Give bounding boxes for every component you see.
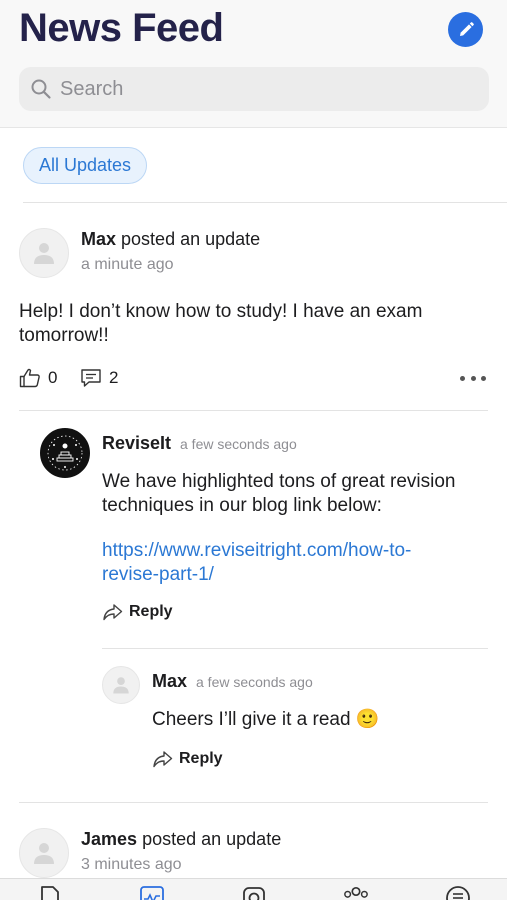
smile-emoji: 🙂: [355, 709, 380, 730]
user-placeholder-icon: [34, 843, 54, 864]
reply-author[interactable]: ReviseIt: [102, 433, 171, 454]
post-author[interactable]: James: [81, 829, 137, 849]
document-icon: [41, 886, 59, 900]
post-author[interactable]: Max: [81, 229, 116, 249]
post-action: posted an update: [142, 829, 282, 849]
post-author-line: Max posted an update: [81, 229, 260, 250]
post-timestamp: 3 minutes ago: [81, 856, 182, 873]
comment-count: 2: [109, 368, 119, 387]
post-author-line: James posted an update: [81, 829, 281, 850]
tab-camera[interactable]: [241, 885, 267, 900]
thumbs-up-icon: [19, 368, 41, 388]
all-updates-filter[interactable]: All Updates: [23, 147, 148, 184]
tab-documents[interactable]: [37, 885, 63, 900]
reply-arrow-icon: [102, 603, 123, 621]
menu-icon: [446, 886, 470, 900]
avatar[interactable]: [102, 666, 140, 704]
more-dot: [481, 375, 486, 381]
tab-activity[interactable]: [139, 885, 165, 900]
reply-author[interactable]: Max: [152, 671, 187, 692]
divider: [19, 802, 488, 803]
reviseit-avatar[interactable]: [40, 428, 90, 478]
reply-text: We have highlighted tons of great revisi…: [102, 471, 456, 516]
more-dot: [470, 375, 476, 381]
divider: [23, 202, 507, 203]
like-count: 0: [48, 368, 58, 387]
compose-button[interactable]: [448, 12, 483, 47]
tab-groups[interactable]: [343, 885, 369, 900]
user-placeholder-icon: [113, 677, 129, 694]
tab-menu[interactable]: [445, 885, 471, 900]
avatar[interactable]: [19, 228, 69, 278]
tab-bar: [0, 878, 507, 900]
user-placeholder-icon: [34, 243, 54, 264]
comment-icon: [80, 368, 102, 388]
camera-icon: [243, 887, 265, 900]
reply-text: Cheers I’ll give it a read 🙂: [152, 708, 452, 732]
reply-timestamp: a few seconds ago: [180, 436, 297, 452]
post-body: Help! I don’t know how to study! I have …: [19, 301, 423, 346]
search-bar[interactable]: [19, 67, 489, 111]
reply-label: Reply: [179, 750, 223, 767]
like-button[interactable]: 0: [19, 368, 57, 388]
reply-label: Reply: [129, 603, 173, 620]
reply-button[interactable]: Reply: [102, 603, 173, 621]
avatar[interactable]: [19, 828, 69, 878]
reply-timestamp: a few seconds ago: [196, 674, 313, 690]
search-icon: [29, 77, 53, 101]
page-title: News Feed: [19, 6, 224, 50]
reply-button[interactable]: Reply: [152, 750, 223, 768]
reply-arrow-icon: [152, 750, 173, 768]
divider: [19, 410, 488, 411]
comment-button[interactable]: 2: [80, 368, 118, 388]
header: News Feed: [0, 0, 507, 128]
reviseit-logo-icon: [47, 435, 83, 471]
activity-icon: [140, 886, 164, 900]
post-timestamp: a minute ago: [81, 256, 174, 273]
more-options-button[interactable]: [460, 370, 486, 386]
pencil-icon: [459, 21, 474, 36]
more-dot: [460, 375, 465, 381]
reply-link[interactable]: https://www.reviseitright.com/how-to-rev…: [102, 539, 462, 587]
groups-icon: [344, 886, 368, 898]
search-input[interactable]: [60, 77, 460, 101]
divider: [102, 648, 488, 649]
reply-text-content: Cheers I’ll give it a read: [152, 709, 351, 730]
post-action: posted an update: [121, 229, 261, 249]
